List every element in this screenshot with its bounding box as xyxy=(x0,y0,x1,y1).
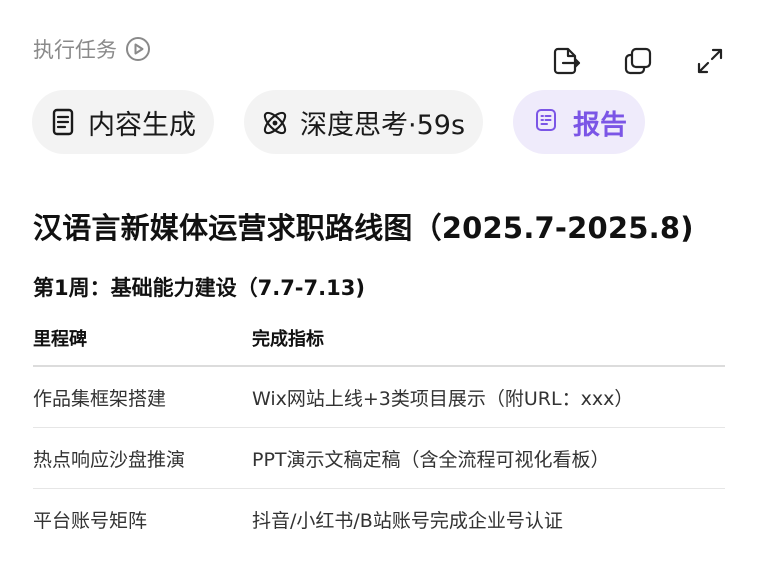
table-cell: Wix网站上线+3类项目展示（附URL：xxx） xyxy=(252,387,634,410)
table-cell: 作品集框架搭建 xyxy=(33,387,167,410)
chip-report[interactable]: 报告 xyxy=(513,90,646,154)
table-cell: 抖音/小红书/B站账号完成企业号认证 xyxy=(252,510,563,532)
table-row: 作品集框架搭建 Wix网站上线+3类项目展示（附URL：xxx） xyxy=(33,367,725,428)
report-icon xyxy=(533,107,563,137)
expand-icon[interactable] xyxy=(693,44,727,78)
table-cell: PPT演示文稿定稿（含全流程可视化看板） xyxy=(252,448,610,471)
copy-icon[interactable] xyxy=(621,44,655,78)
column-header-milestone: 里程碑 xyxy=(33,328,87,350)
chip-label: 报告 xyxy=(573,109,628,141)
column-header-metric: 完成指标 xyxy=(252,328,324,350)
export-icon[interactable] xyxy=(549,44,583,78)
table-cell: 热点响应沙盘推演 xyxy=(33,448,186,471)
chip-label: 内容生成 xyxy=(88,109,196,141)
task-header: 执行任务 xyxy=(33,34,151,64)
section-title: 第1周：基础能力建设（7.7-7.13) xyxy=(33,276,365,300)
chip-content-generation[interactable]: 内容生成 xyxy=(32,90,214,154)
table-cell: 平台账号矩阵 xyxy=(33,510,148,532)
atom-icon xyxy=(260,107,290,137)
step-chips: 内容生成 深度思考·59s 报告 xyxy=(32,90,646,154)
chip-label: 深度思考·59s xyxy=(300,109,466,141)
milestone-table: 里程碑 完成指标 作品集框架搭建 Wix网站上线+3类项目展示（附URL：xxx… xyxy=(33,310,725,550)
window-actions xyxy=(549,44,727,78)
table-header-row: 里程碑 完成指标 xyxy=(33,310,725,367)
task-title: 执行任务 xyxy=(33,38,117,62)
chip-deep-thinking[interactable]: 深度思考·59s xyxy=(244,90,484,154)
document-title: 汉语言新媒体运营求职路线图（2025.7-2025.8) xyxy=(33,211,694,245)
table-row: 平台账号矩阵 抖音/小红书/B站账号完成企业号认证 xyxy=(33,489,725,550)
document-icon xyxy=(48,107,78,137)
table-row: 热点响应沙盘推演 PPT演示文稿定稿（含全流程可视化看板） xyxy=(33,428,725,489)
play-circle-icon[interactable] xyxy=(125,36,151,62)
